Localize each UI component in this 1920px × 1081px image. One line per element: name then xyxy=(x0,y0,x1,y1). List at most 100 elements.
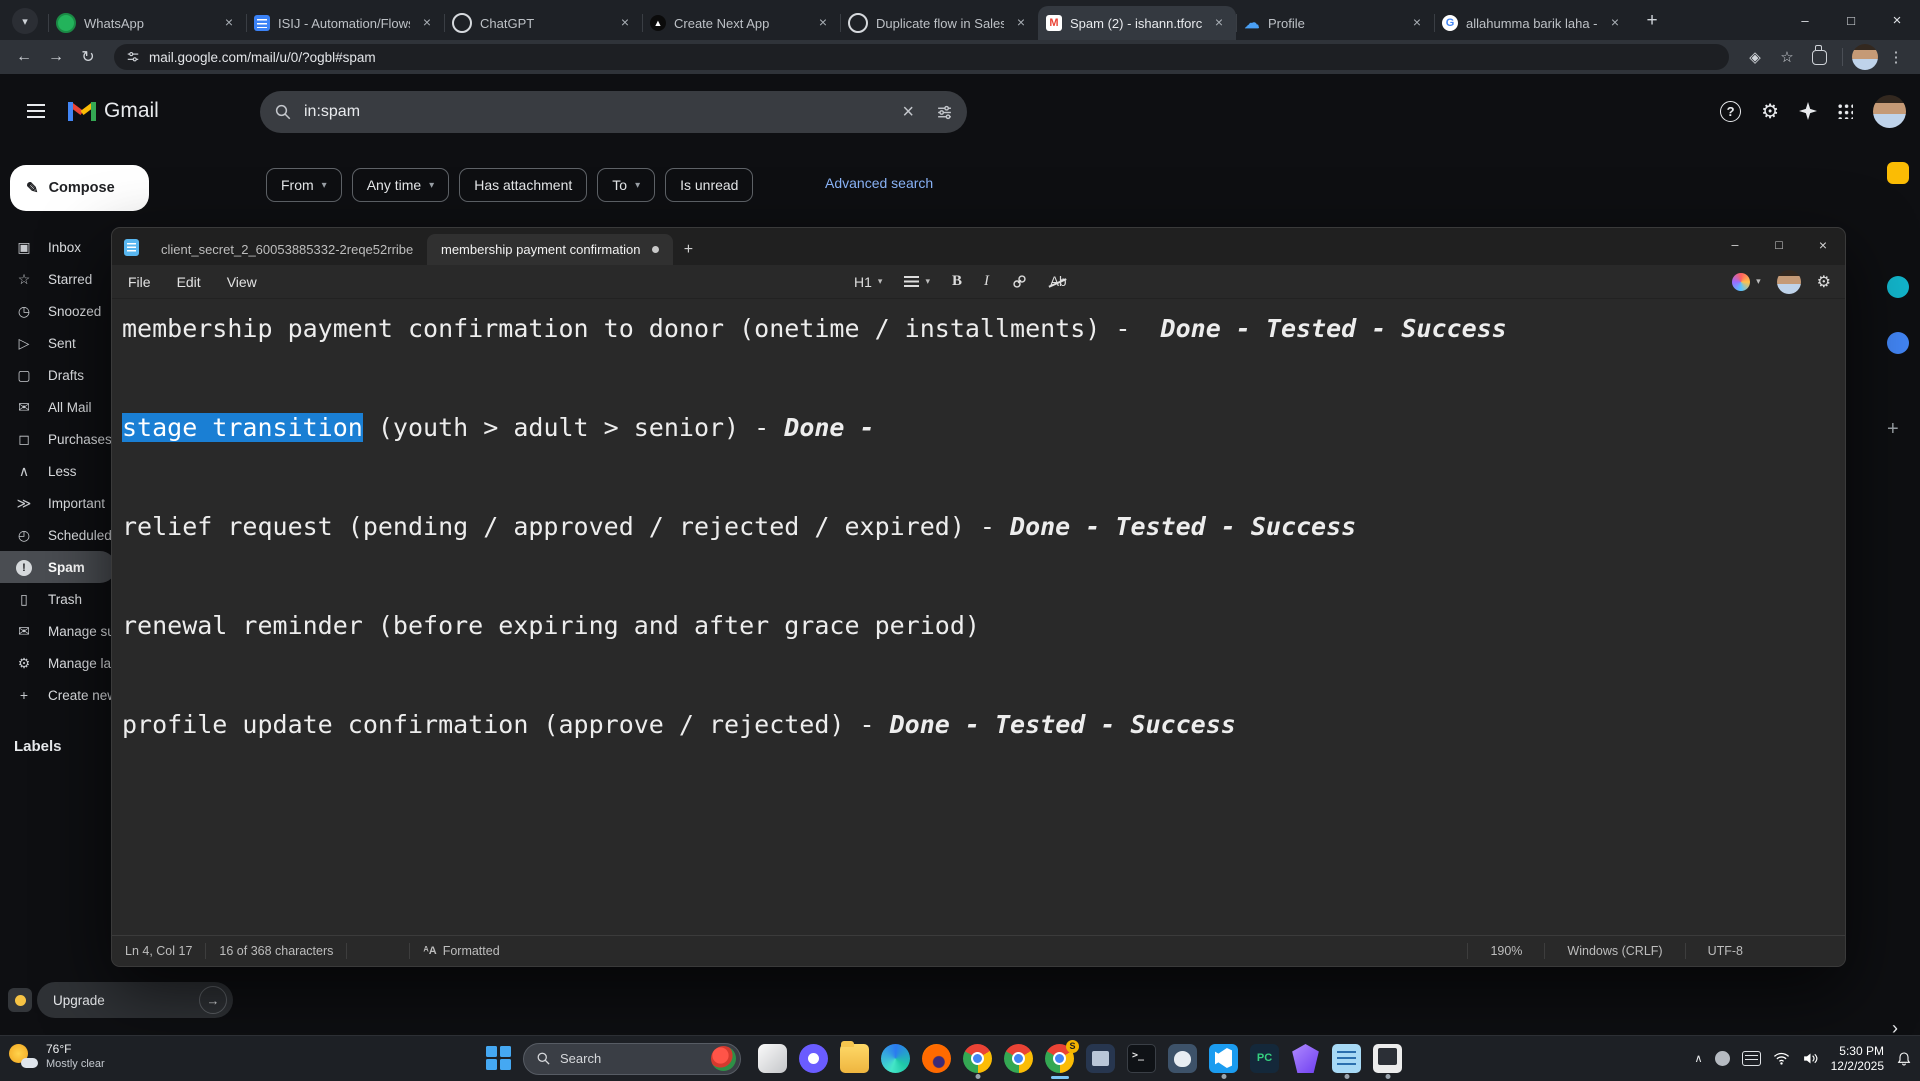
edge-icon[interactable] xyxy=(875,1036,916,1081)
upgrade-button[interactable]: Upgrade → xyxy=(37,982,233,1018)
search-input[interactable]: in:spam xyxy=(304,103,890,121)
close-icon[interactable]: × xyxy=(1874,0,1920,40)
compose-button[interactable]: ✎ Compose xyxy=(10,165,149,211)
browser-tab-allahumma-barik-laha-g[interactable]: Gallahumma barik laha - G× xyxy=(1434,6,1632,40)
hidden-icons-chevron-icon[interactable]: ∧ xyxy=(1695,1052,1703,1065)
gmail-logo[interactable]: Gmail xyxy=(68,99,159,123)
terminal-icon[interactable] xyxy=(1121,1036,1162,1081)
heading-style-button[interactable]: H1 ▾ xyxy=(854,274,882,290)
reload-icon[interactable]: ↻ xyxy=(74,43,102,71)
tab-close-icon[interactable]: × xyxy=(220,14,238,32)
notepad-tab-inactive[interactable]: client_secret_2_60053885332-2reqe52rribe xyxy=(147,234,427,265)
notepad-account-avatar[interactable] xyxy=(1777,270,1801,294)
extensions-icon[interactable] xyxy=(1805,43,1833,71)
emulator-icon[interactable] xyxy=(1367,1036,1408,1081)
keep-icon[interactable] xyxy=(1887,162,1909,184)
bold-button[interactable]: B xyxy=(952,273,962,290)
bookmark-star-icon[interactable]: ☆ xyxy=(1773,43,1801,71)
diamond-icon[interactable]: ◈ xyxy=(1741,43,1769,71)
search-icon[interactable] xyxy=(274,103,292,121)
minimize-icon[interactable]: – xyxy=(1782,0,1828,40)
chrome-work-icon[interactable]: S xyxy=(1039,1036,1080,1081)
filter-chip-to[interactable]: To▾ xyxy=(597,168,655,202)
browser-tab-duplicate-flow-in-salesfor[interactable]: Duplicate flow in Salesfor× xyxy=(840,6,1038,40)
postgresql-icon[interactable] xyxy=(1162,1036,1203,1081)
gmail-search-bar[interactable]: in:spam × xyxy=(260,91,967,133)
tab-search-icon[interactable]: ▾ xyxy=(12,8,38,34)
gemini-sparkle-icon[interactable] xyxy=(1799,102,1817,120)
settings-gear-icon[interactable]: ⚙ xyxy=(1761,99,1779,124)
sidebar-item-snoozed[interactable]: ◷Snoozed xyxy=(0,295,116,327)
site-info-icon[interactable] xyxy=(126,50,140,64)
sidebar-item-all-mail[interactable]: ✉All Mail xyxy=(0,391,116,423)
browser-tab-whatsapp[interactable]: WhatsApp× xyxy=(48,6,246,40)
tray-panel-icon[interactable] xyxy=(1742,1051,1761,1066)
tab-close-icon[interactable]: × xyxy=(1408,14,1426,32)
tasks-icon[interactable] xyxy=(1887,276,1909,298)
start-button-icon[interactable] xyxy=(486,1046,512,1072)
sidebar-item-less[interactable]: ∧Less xyxy=(0,455,116,487)
sidebar-item-starred[interactable]: ☆Starred xyxy=(0,263,116,295)
maximize-icon[interactable]: □ xyxy=(1757,228,1801,262)
filter-chip-is-unread[interactable]: Is unread xyxy=(665,168,753,202)
browser-tab-chatgpt[interactable]: ChatGPT× xyxy=(444,6,642,40)
tab-close-icon[interactable]: × xyxy=(1606,14,1624,32)
tab-close-icon[interactable]: × xyxy=(1012,14,1030,32)
close-icon[interactable]: × xyxy=(1801,228,1845,262)
workspace-gem-icon[interactable] xyxy=(8,988,32,1012)
tray-status-circle-icon[interactable] xyxy=(1715,1051,1730,1066)
sidebar-item-manage-subscriptions[interactable]: ✉Manage subscriptions xyxy=(0,615,116,647)
chrome-1-icon[interactable] xyxy=(957,1036,998,1081)
white-app-icon[interactable] xyxy=(752,1036,793,1081)
sidebar-item-spam[interactable]: !Spam xyxy=(0,551,116,583)
sidebar-item-sent[interactable]: ▷Sent xyxy=(0,327,116,359)
dark-app-icon[interactable] xyxy=(1080,1036,1121,1081)
taskbar-search-box[interactable]: Search xyxy=(523,1043,741,1075)
sidebar-item-inbox[interactable]: ▣Inbox xyxy=(0,231,116,263)
clear-search-icon[interactable]: × xyxy=(902,101,914,124)
browser-tab-spam-2-ishann-tforce[interactable]: MSpam (2) - ishann.tforce@× xyxy=(1038,6,1236,40)
get-addons-plus-icon[interactable]: + xyxy=(1887,418,1909,440)
wifi-icon[interactable] xyxy=(1773,1051,1790,1066)
tab-close-icon[interactable]: × xyxy=(418,14,436,32)
clear-formatting-button[interactable]: Ab xyxy=(1050,274,1067,289)
notepad-tab-active[interactable]: membership payment confirmation xyxy=(427,234,673,265)
volume-icon[interactable] xyxy=(1802,1051,1819,1066)
gmail-account-avatar[interactable] xyxy=(1873,95,1906,128)
sidebar-item-purchases[interactable]: ◻Purchases xyxy=(0,423,116,455)
obsidian-icon[interactable] xyxy=(1285,1036,1326,1081)
advanced-search-link[interactable]: Advanced search xyxy=(825,175,933,191)
sidebar-item-manage-labels[interactable]: ⚙Manage labels xyxy=(0,647,116,679)
sidebar-item-important[interactable]: ≫Important xyxy=(0,487,116,519)
notification-bell-icon[interactable] xyxy=(1896,1051,1912,1067)
sidebar-item-create-new-label[interactable]: +Create new label xyxy=(0,679,116,711)
menu-file[interactable]: File xyxy=(128,274,151,290)
search-options-icon[interactable] xyxy=(936,104,953,121)
sidebar-item-scheduled[interactable]: ◴Scheduled xyxy=(0,519,116,551)
filter-chip-has-attachment[interactable]: Has attachment xyxy=(459,168,587,202)
filter-chip-any-time[interactable]: Any time▾ xyxy=(352,168,450,202)
tab-close-icon[interactable]: × xyxy=(814,14,832,32)
loom-icon[interactable] xyxy=(793,1036,834,1081)
pc-manager-icon[interactable] xyxy=(1244,1036,1285,1081)
taskbar-clock[interactable]: 5:30 PM 12/2/2025 xyxy=(1831,1044,1884,1074)
hamburger-menu-icon[interactable] xyxy=(12,87,60,135)
notepad-new-tab-icon[interactable]: + xyxy=(673,234,703,265)
browser-tab-create-next-app[interactable]: ▲Create Next App× xyxy=(642,6,840,40)
maximize-icon[interactable]: □ xyxy=(1828,0,1874,40)
forward-icon[interactable]: → xyxy=(42,43,70,71)
menu-view[interactable]: View xyxy=(227,274,257,290)
new-tab-button[interactable]: + xyxy=(1638,7,1666,35)
browser-tab-profile[interactable]: ☁Profile× xyxy=(1236,6,1434,40)
contacts-icon[interactable] xyxy=(1887,332,1909,354)
italic-button[interactable]: I xyxy=(984,273,989,290)
browser-profile-avatar[interactable] xyxy=(1852,44,1878,70)
chrome-2-icon[interactable] xyxy=(998,1036,1039,1081)
editor-content[interactable]: membership payment confirmation to donor… xyxy=(112,298,1845,936)
minimize-icon[interactable]: – xyxy=(1713,228,1757,262)
menu-edit[interactable]: Edit xyxy=(177,274,201,290)
back-icon[interactable]: ← xyxy=(10,43,38,71)
address-bar[interactable]: mail.google.com/mail/u/0/?ogbl#spam xyxy=(114,44,1729,70)
file-explorer-icon[interactable] xyxy=(834,1036,875,1081)
list-button[interactable]: ▾ xyxy=(904,276,930,287)
